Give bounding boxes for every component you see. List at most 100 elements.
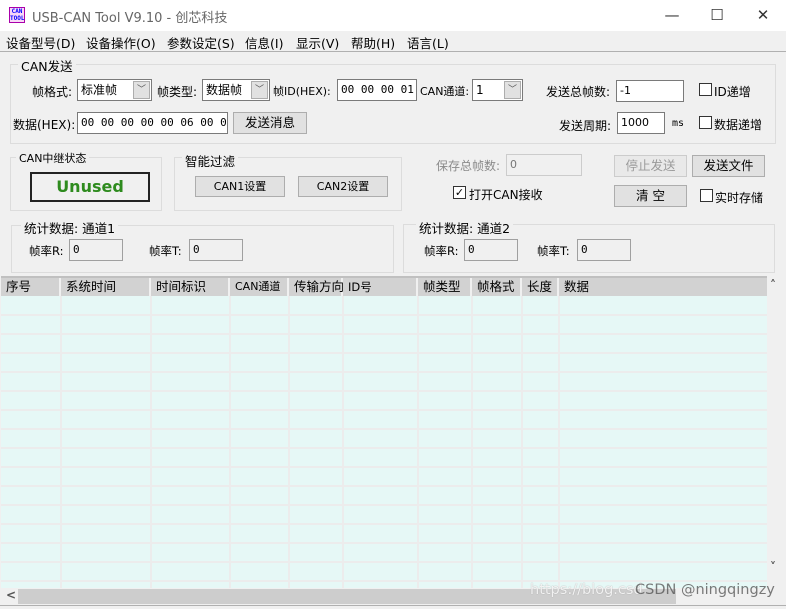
send-message-button[interactable]: 发送消息 bbox=[233, 112, 307, 134]
maximize-button[interactable]: ☐ bbox=[694, 0, 740, 31]
data-hex-input[interactable]: 00 00 00 00 00 06 00 08 bbox=[77, 112, 228, 134]
scroll-left-icon[interactable]: < bbox=[6, 588, 16, 602]
menu-device-operation[interactable]: 设备操作(O) bbox=[86, 33, 156, 52]
col-header-timestamp[interactable]: 时间标识 bbox=[151, 278, 230, 296]
column-divider bbox=[342, 296, 344, 588]
open-can-receive-checkbox[interactable]: ✓ bbox=[453, 186, 466, 199]
frame-format-label: 帧格式: bbox=[32, 85, 73, 99]
ch1-rate-r-value: 0 bbox=[69, 239, 123, 261]
title-bar: CAN TOOL USB-CAN Tool V9.10 - 创芯科技 — ☐ ✕ bbox=[0, 0, 786, 31]
send-file-button[interactable]: 发送文件 bbox=[692, 155, 765, 177]
table-row bbox=[1, 504, 767, 506]
ch2-rate-t-label: 帧率T: bbox=[537, 244, 570, 258]
relay-status-group-label: CAN中继状态 bbox=[16, 150, 90, 166]
smart-filter-group-label: 智能过滤 bbox=[182, 151, 239, 170]
vertical-scrollbar[interactable]: ˄ ˅ bbox=[767, 276, 785, 588]
table-row bbox=[1, 371, 767, 373]
column-divider bbox=[229, 296, 231, 588]
can2-settings-button[interactable]: CAN2设置 bbox=[298, 176, 388, 197]
saved-frames-label: 保存总帧数: bbox=[436, 159, 501, 173]
ch1-rate-t-value: 0 bbox=[189, 239, 243, 261]
table-row bbox=[1, 542, 767, 544]
col-header-length[interactable]: 长度 bbox=[522, 278, 559, 296]
ch2-rate-r-label: 帧率R: bbox=[424, 244, 459, 258]
table-row bbox=[1, 523, 767, 525]
column-divider bbox=[471, 296, 473, 588]
scroll-down-icon[interactable]: ˅ bbox=[770, 560, 776, 574]
chevron-down-icon[interactable]: ﹀ bbox=[504, 81, 521, 99]
table-row bbox=[1, 428, 767, 430]
data-hex-label: 数据(HEX): bbox=[13, 118, 76, 132]
frame-type-label: 帧类型: bbox=[157, 85, 198, 99]
window-title: USB-CAN Tool V9.10 - 创芯科技 bbox=[32, 11, 228, 26]
send-period-input[interactable]: 1000 bbox=[617, 112, 665, 134]
can-send-group-label: CAN发送 bbox=[18, 56, 76, 75]
column-divider bbox=[288, 296, 290, 588]
watermark-text: CSDN @ningqingzy bbox=[635, 582, 775, 598]
watermark-url: https://blog.csd bbox=[530, 582, 643, 598]
table-header: 序号 系统时间 时间标识 CAN通道 传输方向 ID号 帧类型 帧格式 长度 数… bbox=[1, 276, 767, 296]
column-divider bbox=[558, 296, 560, 588]
ch2-rate-t-value: 0 bbox=[577, 239, 631, 261]
table-row bbox=[1, 447, 767, 449]
total-frames-label: 发送总帧数: bbox=[546, 85, 611, 99]
table-row bbox=[1, 561, 767, 563]
can-channel-select[interactable]: 1 ﹀ bbox=[472, 79, 523, 101]
scroll-up-icon[interactable]: ˄ bbox=[770, 278, 776, 292]
menu-parameter-settings[interactable]: 参数设定(S) bbox=[167, 33, 235, 52]
frame-id-input[interactable]: 00 00 00 01 bbox=[337, 79, 417, 101]
can1-settings-button[interactable]: CAN1设置 bbox=[195, 176, 285, 197]
col-header-data[interactable]: 数据 bbox=[559, 278, 767, 296]
col-header-id[interactable]: ID号 bbox=[343, 278, 418, 296]
frame-type-select[interactable]: 数据帧 ﹀ bbox=[202, 79, 270, 101]
total-frames-input[interactable]: -1 bbox=[616, 80, 684, 102]
minimize-button[interactable]: — bbox=[649, 0, 695, 31]
column-divider bbox=[150, 296, 152, 588]
open-can-receive-label: 打开CAN接收 bbox=[469, 188, 543, 202]
saved-frames-input: 0 bbox=[506, 154, 582, 176]
frame-format-select[interactable]: 标准帧 ﹀ bbox=[77, 79, 152, 101]
message-table[interactable]: 序号 系统时间 时间标识 CAN通道 传输方向 ID号 帧类型 帧格式 长度 数… bbox=[1, 276, 767, 588]
table-row bbox=[1, 352, 767, 354]
col-header-frame-type[interactable]: 帧类型 bbox=[418, 278, 472, 296]
menu-help[interactable]: 帮助(H) bbox=[351, 33, 395, 52]
col-header-can-channel[interactable]: CAN通道 bbox=[230, 278, 289, 296]
col-header-system-time[interactable]: 系统时间 bbox=[61, 278, 151, 296]
period-unit-label: ms bbox=[672, 118, 685, 129]
table-row bbox=[1, 485, 767, 487]
column-divider bbox=[417, 296, 419, 588]
menu-device-model[interactable]: 设备型号(D) bbox=[6, 33, 75, 52]
table-row bbox=[1, 409, 767, 411]
data-increment-label: 数据递增 bbox=[714, 118, 763, 132]
table-row bbox=[1, 333, 767, 335]
table-row bbox=[1, 314, 767, 316]
menu-display[interactable]: 显示(V) bbox=[296, 33, 339, 52]
can-channel-value: 1 bbox=[476, 83, 484, 97]
chevron-down-icon[interactable]: ﹀ bbox=[251, 81, 268, 99]
col-header-index[interactable]: 序号 bbox=[1, 278, 61, 296]
col-header-direction[interactable]: 传输方向 bbox=[289, 278, 344, 296]
menu-info[interactable]: 信息(I) bbox=[245, 33, 283, 52]
table-row bbox=[1, 390, 767, 392]
column-divider bbox=[60, 296, 62, 588]
clear-button[interactable]: 清 空 bbox=[614, 185, 687, 207]
can-channel-label: CAN通道: bbox=[420, 85, 470, 98]
col-header-frame-format[interactable]: 帧格式 bbox=[472, 278, 522, 296]
realtime-save-checkbox[interactable] bbox=[700, 189, 713, 202]
menu-bar: 设备型号(D) 设备操作(O) 参数设定(S) 信息(I) 显示(V) 帮助(H… bbox=[0, 31, 786, 52]
relay-status-indicator: Unused bbox=[30, 172, 150, 202]
chevron-down-icon[interactable]: ﹀ bbox=[133, 81, 150, 99]
ch1-rate-r-label: 帧率R: bbox=[29, 244, 64, 258]
ch1-rate-t-label: 帧率T: bbox=[149, 244, 182, 258]
column-divider bbox=[521, 296, 523, 588]
table-row bbox=[1, 466, 767, 468]
close-button[interactable]: ✕ bbox=[740, 0, 786, 31]
realtime-save-label: 实时存储 bbox=[715, 191, 764, 205]
frame-type-value: 数据帧 bbox=[206, 83, 243, 97]
id-increment-checkbox[interactable] bbox=[699, 83, 712, 96]
bottom-border bbox=[0, 605, 786, 609]
frame-id-label: 帧ID(HEX): bbox=[273, 85, 331, 98]
stop-send-button[interactable]: 停止发送 bbox=[614, 155, 687, 177]
data-increment-checkbox[interactable] bbox=[699, 116, 712, 129]
menu-language[interactable]: 语言(L) bbox=[407, 33, 449, 52]
